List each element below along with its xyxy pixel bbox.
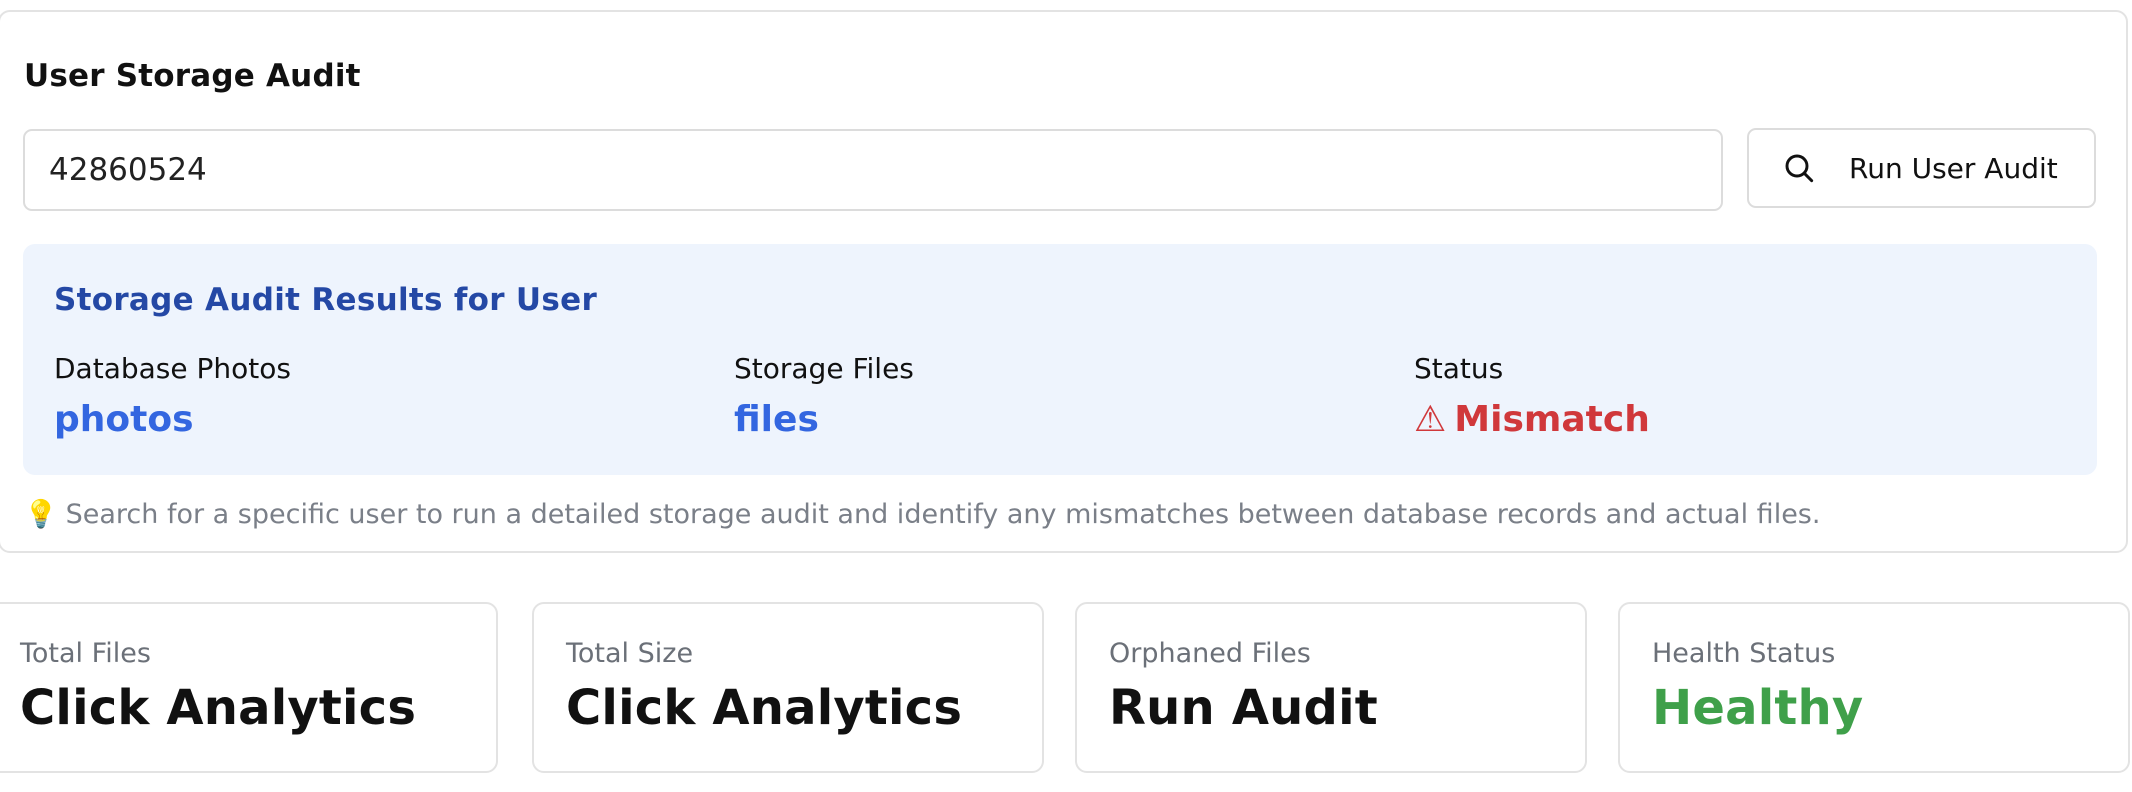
user-storage-audit-card: User Storage Audit Run User Audit Storag…: [0, 10, 2128, 553]
metric-value: Click Analytics: [566, 680, 963, 736]
storage-files-value: files: [734, 399, 819, 440]
status-label: Status: [1414, 352, 1504, 385]
database-photos-label: Database Photos: [54, 352, 291, 385]
audit-hint: 💡 Search for a specific user to run a det…: [24, 498, 1820, 530]
hint-text: Search for a specific user to run a deta…: [65, 499, 1821, 530]
audit-title: User Storage Audit: [24, 58, 361, 94]
metric-label: Total Files: [20, 638, 151, 669]
run-user-audit-button[interactable]: Run User Audit: [1747, 128, 2096, 208]
status-value: Mismatch: [1454, 399, 1650, 440]
storage-files-stat: Storage Files files: [734, 352, 914, 440]
metric-card-health-status: Health Status Healthy: [1618, 602, 2130, 773]
results-title: Storage Audit Results for User: [54, 282, 598, 318]
metric-value: Click Analytics: [20, 680, 417, 736]
search-icon: [1785, 154, 1814, 183]
warning-icon: ⚠: [1414, 399, 1447, 440]
metric-value: Run Audit: [1109, 680, 1378, 736]
audit-results-panel: Storage Audit Results for User Database …: [23, 244, 2097, 475]
metric-card-total-files: Total Files Click Analytics: [0, 602, 498, 773]
metric-card-orphaned-files: Orphaned Files Run Audit: [1075, 602, 1587, 773]
user-id-input[interactable]: [23, 129, 1723, 211]
metric-label: Orphaned Files: [1109, 638, 1311, 669]
database-photos-stat: Database Photos photos: [54, 352, 291, 440]
database-photos-value: photos: [54, 399, 194, 440]
run-user-audit-label: Run User Audit: [1849, 151, 2058, 185]
lightbulb-icon: 💡: [24, 499, 58, 530]
metric-label: Health Status: [1652, 638, 1836, 669]
status-value-row: ⚠ Mismatch: [1414, 399, 1650, 440]
storage-files-label: Storage Files: [734, 352, 914, 385]
status-stat: Status ⚠ Mismatch: [1414, 352, 1650, 440]
metric-label: Total Size: [566, 638, 694, 669]
metric-card-total-size: Total Size Click Analytics: [532, 602, 1044, 773]
metric-value: Healthy: [1652, 680, 1864, 736]
